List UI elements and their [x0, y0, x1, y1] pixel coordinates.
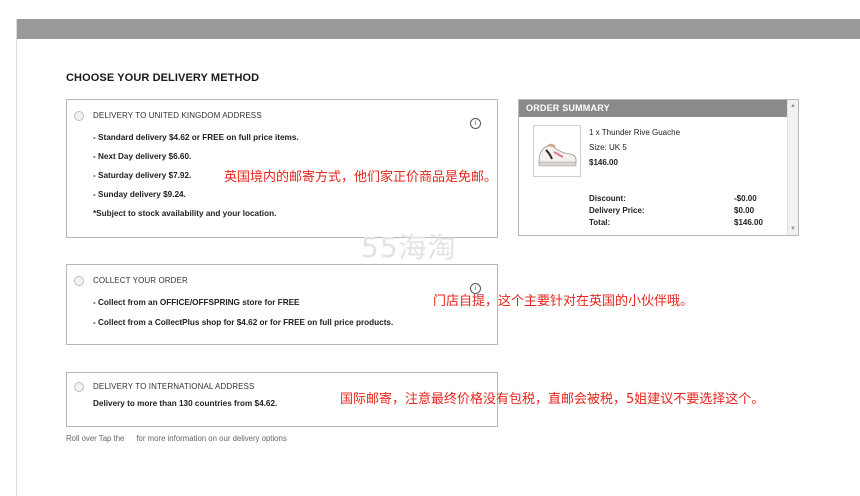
product-price: $146.00: [589, 158, 618, 167]
page-left-border: [16, 19, 17, 496]
product-size: Size: UK 5: [589, 143, 627, 152]
collect-order-title: COLLECT YOUR ORDER: [93, 276, 188, 285]
uk-line-next-day: - Next Day delivery $6.60.: [93, 152, 192, 161]
order-summary-title: ORDER SUMMARY: [519, 100, 789, 117]
uk-line-standard: - Standard delivery $4.62 or FREE on ful…: [93, 133, 299, 142]
footer-note-part1: Roll over Tap the: [66, 434, 125, 443]
product-name: 1 x Thunder Rive Guache: [589, 128, 681, 137]
collect-order-radio[interactable]: [74, 276, 84, 286]
product-thumbnail: [533, 125, 581, 177]
page-header-bar: [17, 19, 860, 39]
order-summary-panel: ORDER SUMMARY ▲ ▼ 1 x Thunder Rive Guach…: [518, 99, 799, 236]
sneaker-image-icon: [538, 143, 577, 167]
collect-line-office: - Collect from an OFFICE/OFFSPRING store…: [93, 298, 300, 307]
discount-label: Discount:: [589, 194, 626, 203]
uk-info-icon[interactable]: i: [470, 118, 481, 129]
discount-value: -$0.00: [734, 194, 757, 203]
scroll-down-icon[interactable]: ▼: [790, 226, 796, 232]
uk-delivery-radio[interactable]: [74, 111, 84, 121]
scroll-up-icon[interactable]: ▲: [790, 103, 796, 109]
total-value: $146.00: [734, 218, 763, 227]
uk-line-saturday: - Saturday delivery $7.92.: [93, 171, 192, 180]
uk-line-sunday: - Sunday delivery $9.24.: [93, 190, 186, 199]
uk-line-note: *Subject to stock availability and your …: [93, 209, 277, 218]
annotation-international: 国际邮寄，注意最终价格没有包税，直邮会被税，5姐建议不要选择这个。: [340, 392, 765, 407]
uk-delivery-title: DELIVERY TO UNITED KINGDOM ADDRESS: [93, 111, 262, 120]
watermark-logo: 55海淘: [361, 231, 457, 264]
international-delivery-radio[interactable]: [74, 382, 84, 392]
annotation-uk: 英国境内的邮寄方式，他们家正价商品是免邮。: [224, 170, 498, 185]
page-title: CHOOSE YOUR DELIVERY METHOD: [66, 72, 260, 84]
international-delivery-title: DELIVERY TO INTERNATIONAL ADDRESS: [93, 382, 255, 391]
delivery-info-note: Roll over Tap the for more information on…: [66, 434, 287, 443]
annotation-collect: 门店自提，这个主要针对在英国的小伙伴哦。: [433, 294, 694, 309]
delivery-price-value: $0.00: [734, 206, 755, 215]
collect-line-collectplus: - Collect from a CollectPlus shop for $4…: [93, 318, 394, 327]
total-label: Total:: [589, 218, 611, 227]
delivery-price-label: Delivery Price:: [589, 206, 645, 215]
international-line: Delivery to more than 130 countries from…: [93, 399, 278, 408]
footer-note-part2: for more information on our delivery opt…: [136, 434, 287, 443]
order-summary-scrollbar[interactable]: ▲ ▼: [787, 100, 798, 235]
